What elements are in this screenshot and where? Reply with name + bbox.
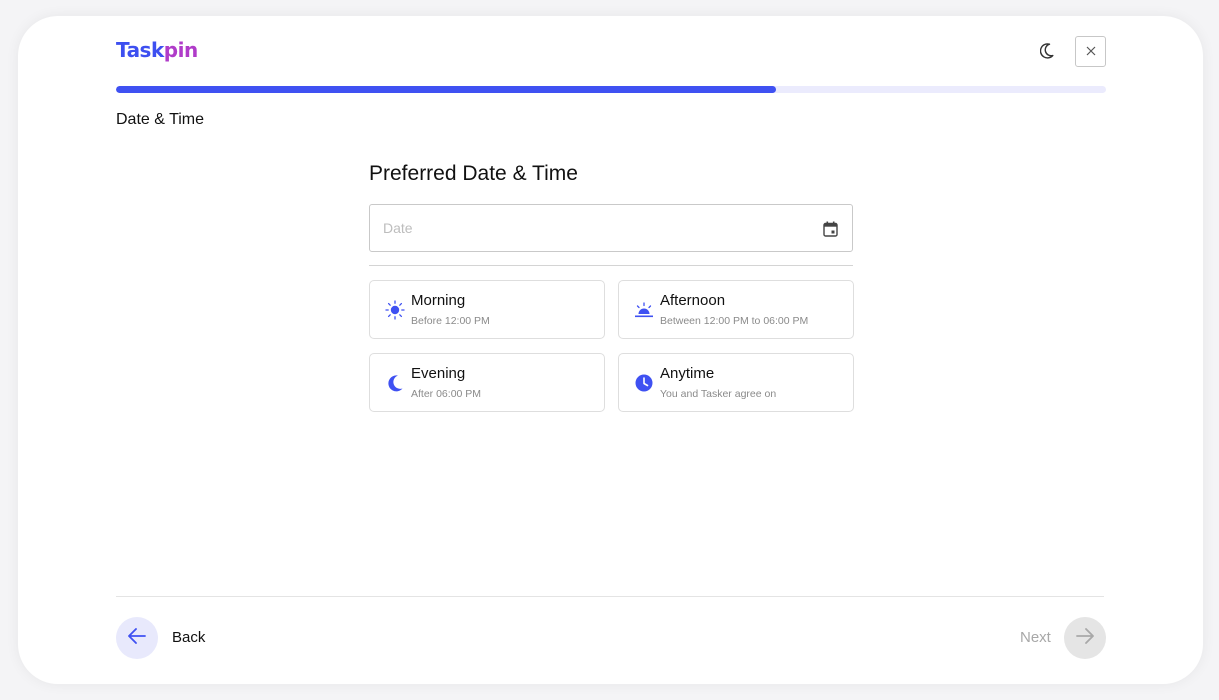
date-input[interactable] — [370, 205, 852, 251]
option-title: Anytime — [660, 365, 715, 382]
time-option-afternoon[interactable]: Afternoon Between 12:00 PM to 06:00 PM — [618, 280, 854, 339]
option-subtitle: After 06:00 PM — [411, 388, 482, 400]
back-button[interactable] — [116, 617, 158, 659]
option-title: Morning — [411, 292, 466, 309]
progress-fill — [116, 86, 777, 93]
moon-icon — [384, 372, 406, 394]
next-button[interactable] — [1064, 617, 1106, 659]
option-subtitle: You and Tasker agree on — [660, 388, 777, 400]
step-title: Date & Time — [116, 111, 205, 128]
option-title: Evening — [411, 365, 466, 382]
date-field[interactable] — [369, 204, 853, 252]
calendar-icon[interactable] — [821, 220, 839, 238]
footer-divider — [116, 596, 1104, 597]
close-button[interactable] — [1075, 36, 1106, 67]
wizard-card: Taskpin Date & Time Preferred Date & Tim… — [18, 16, 1203, 684]
sun-icon — [384, 299, 406, 321]
clock-icon — [633, 372, 655, 394]
time-options-grid: Morning Before 12:00 PM Afternoon Betwee… — [369, 280, 854, 412]
sunset-icon — [633, 299, 655, 321]
taskpin-logo: Taskpin — [116, 38, 198, 62]
moon-icon — [1039, 42, 1054, 64]
progress-bar — [116, 86, 1106, 93]
next-label[interactable]: Next — [1020, 629, 1051, 646]
arrow-left-icon — [127, 627, 147, 650]
back-label[interactable]: Back — [172, 629, 205, 646]
time-option-morning[interactable]: Morning Before 12:00 PM — [369, 280, 605, 339]
option-subtitle: Before 12:00 PM — [411, 315, 490, 327]
time-option-evening[interactable]: Evening After 06:00 PM — [369, 353, 605, 412]
theme-toggle-button[interactable] — [1036, 42, 1058, 64]
form-divider — [369, 265, 853, 266]
time-option-anytime[interactable]: Anytime You and Tasker agree on — [618, 353, 854, 412]
close-icon — [1086, 43, 1096, 61]
option-subtitle: Between 12:00 PM to 06:00 PM — [660, 315, 809, 327]
arrow-right-icon — [1075, 627, 1095, 650]
date-time-form: Preferred Date & Time Date Morning Befor… — [369, 162, 854, 412]
form-title: Preferred Date & Time — [369, 162, 578, 185]
option-title: Afternoon — [660, 292, 726, 309]
